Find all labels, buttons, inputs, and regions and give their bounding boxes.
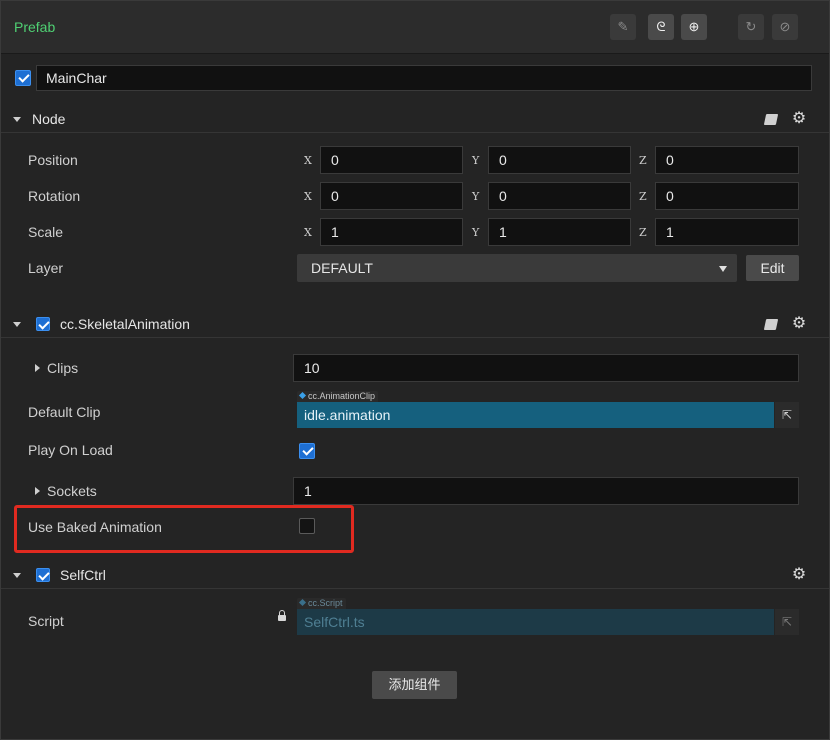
position-y-input[interactable]: 0 [488,146,631,174]
scale-z-input[interactable]: 1 [655,218,799,246]
highlight-box [14,505,354,553]
script-label: Script [28,613,64,629]
sockets-label: Sockets [47,483,97,499]
sockets-count-input[interactable]: 1 [293,477,799,505]
skeletal-enabled-checkbox[interactable] [36,317,50,331]
selfctrl-enabled-checkbox[interactable] [36,568,50,582]
diamond-icon [298,598,307,607]
gear-icon[interactable]: ⚙ [791,316,807,332]
layer-edit-button[interactable]: Edit [746,255,799,281]
prefab-header: Prefab ✎ ᘓ ⊕ ↻ ⊘ [1,1,829,54]
revert-icon[interactable]: ↻ [738,14,764,40]
collapse-caret-icon[interactable] [13,573,21,578]
rotation-x-input[interactable]: 0 [320,182,463,210]
rotation-z-input[interactable]: 0 [655,182,799,210]
gear-icon[interactable]: ⚙ [791,111,807,127]
node-section-header[interactable]: Node ⚙ [1,106,829,133]
unlink-icon[interactable]: ᘓ [648,14,674,40]
asset-type-text: cc.AnimationClip [308,391,376,401]
expand-caret-icon[interactable] [35,487,40,495]
axis-z-label: Z [639,154,647,167]
selfctrl-section-title: SelfCtrl [60,567,106,583]
layer-select[interactable]: DEFAULT [297,254,737,282]
rotation-label: Rotation [28,188,81,204]
collapse-caret-icon[interactable] [13,117,21,122]
axis-x-label: X [304,154,312,167]
collapse-caret-icon[interactable] [13,322,21,327]
position-z-input[interactable]: 0 [655,146,799,174]
rotation-y-input[interactable]: 0 [488,182,631,210]
gear-icon[interactable]: ⚙ [791,567,807,583]
asset-type-text: cc.Script [308,598,343,608]
skeletal-section-header[interactable]: cc.SkeletalAnimation ⚙ [1,311,829,338]
axis-x-label: X [304,190,312,203]
position-label: Position [28,152,78,168]
prefab-title: Prefab [14,19,56,35]
asset-type-tag: cc.Script [297,598,346,609]
lock-icon [278,610,286,621]
axis-z-label: Z [639,190,647,203]
skeletal-section-title: cc.SkeletalAnimation [60,316,190,332]
apply-icon[interactable]: ⊘ [772,14,798,40]
node-section-title: Node [32,111,66,127]
diamond-icon [298,391,307,400]
asset-type-tag: cc.AnimationClip [297,391,379,402]
scale-x-input[interactable]: 1 [320,218,463,246]
add-component-button[interactable]: 添加组件 [372,671,457,699]
axis-y-label: Y [472,154,480,167]
help-book-icon[interactable] [763,114,779,125]
default-clip-label: Default Clip [28,404,101,420]
play-on-load-label: Play On Load [28,442,113,458]
node-active-checkbox[interactable] [15,70,31,86]
locate-icon[interactable]: ⊕ [681,14,707,40]
clips-label: Clips [47,360,79,376]
clips-count-input[interactable]: 10 [293,354,799,382]
scale-y-input[interactable]: 1 [488,218,631,246]
asset-picker-icon: ⇱ [775,609,799,635]
expand-caret-icon[interactable] [35,364,40,372]
layer-label: Layer [28,260,64,276]
position-x-input[interactable]: 0 [320,146,463,174]
help-book-icon[interactable] [763,319,779,330]
selfctrl-section-header[interactable]: SelfCtrl ⚙ [1,562,829,589]
default-clip-field[interactable]: idle.animation [297,402,774,428]
dropdown-arrow-icon[interactable] [719,266,727,272]
axis-y-label: Y [472,190,480,203]
node-name-input[interactable]: MainChar [36,65,812,91]
asset-picker-icon[interactable]: ⇱ [775,402,799,428]
axis-z-label: Z [639,226,647,239]
inspector-panel: Prefab ✎ ᘓ ⊕ ↻ ⊘ MainChar Node ⚙ Positio… [0,0,830,740]
axis-y-label: Y [472,226,480,239]
edit-icon[interactable]: ✎ [610,14,636,40]
play-on-load-checkbox[interactable] [299,443,315,459]
script-field: SelfCtrl.ts [297,609,774,635]
scale-label: Scale [28,224,64,240]
axis-x-label: X [304,226,312,239]
